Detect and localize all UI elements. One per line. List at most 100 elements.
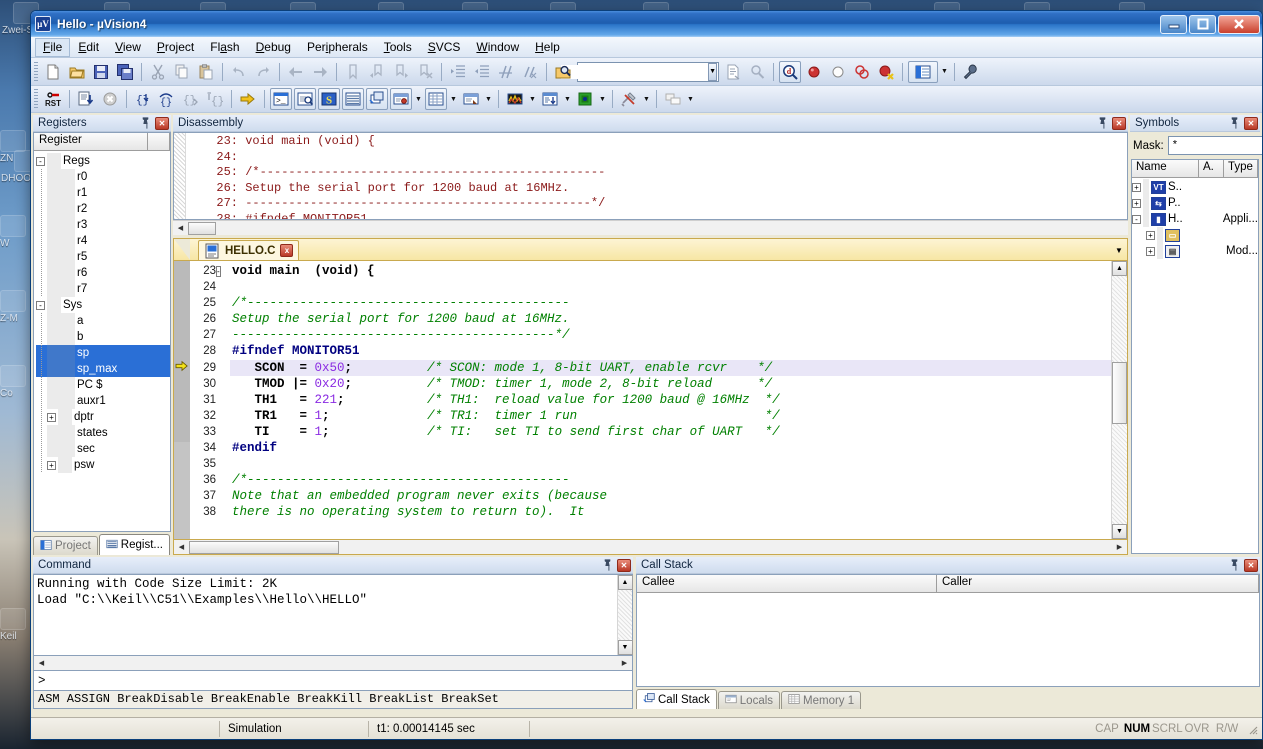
register-tree-item[interactable]: -Sys	[36, 297, 170, 313]
tab-list-chevron-icon[interactable]: ▼	[1111, 240, 1127, 260]
menu-item-svcs[interactable]: SVCS	[420, 38, 469, 57]
serial-window-icon[interactable]	[460, 88, 482, 110]
disassembly-body[interactable]: 23: void main (void) { 24: 25: /*-------…	[173, 132, 1128, 220]
tree-expander[interactable]: +	[1146, 231, 1155, 240]
scroll-up-icon[interactable]: ▲	[618, 575, 633, 590]
chevron-down-icon[interactable]: ▼	[597, 88, 608, 110]
call-stack-column-header[interactable]: Caller	[937, 575, 1259, 592]
scroll-right-icon[interactable]: ▶	[1112, 540, 1127, 554]
close-panel-icon[interactable]: ✕	[1244, 117, 1258, 130]
code-line[interactable]: void main (void) {	[230, 263, 1111, 279]
bottom-tab-locals[interactable]: Locals	[718, 691, 780, 709]
call-stack-grid[interactable]: CalleeCaller	[636, 574, 1260, 687]
resize-grip-icon[interactable]	[1246, 723, 1258, 735]
scroll-down-icon[interactable]: ▼	[1112, 524, 1127, 539]
open-file-icon[interactable]	[66, 61, 88, 83]
mask-input[interactable]	[1168, 136, 1263, 155]
navigate-back-icon[interactable]	[285, 61, 307, 83]
trace-window-icon[interactable]	[539, 88, 561, 110]
register-tree-item[interactable]: sp_max	[36, 361, 170, 377]
editor-tab-hello-c[interactable]: HELLO.C x	[198, 240, 299, 260]
tree-expander[interactable]: +	[47, 461, 56, 470]
save-icon[interactable]	[90, 61, 112, 83]
code-line[interactable]: TH1 = 221; /* TH1: reload value for 1200…	[230, 392, 1111, 408]
chevron-down-icon[interactable]: ▼	[483, 88, 494, 110]
register-tree-item[interactable]: PC $	[36, 377, 170, 393]
register-tree-item[interactable]: r7	[36, 281, 170, 297]
register-tree-item[interactable]: r6	[36, 265, 170, 281]
step-icon[interactable]: {}	[132, 88, 154, 110]
comment-icon[interactable]	[495, 61, 517, 83]
step-out-icon[interactable]: {}	[180, 88, 202, 110]
tree-expander[interactable]: -	[36, 157, 45, 166]
undo-icon[interactable]	[228, 61, 250, 83]
scroll-thumb[interactable]	[188, 222, 216, 235]
code-line[interactable]: Setup the serial port for 1200 baud at 1…	[230, 311, 1111, 327]
tree-expander[interactable]: +	[1146, 247, 1155, 256]
run-icon[interactable]	[75, 88, 97, 110]
insert-breakpoint-icon[interactable]	[803, 61, 825, 83]
chevron-down-icon[interactable]: ▼	[562, 88, 573, 110]
command-input[interactable]	[46, 673, 632, 689]
scroll-down-icon[interactable]: ▼	[618, 640, 633, 655]
bookmark-toggle-icon[interactable]	[342, 61, 364, 83]
close-panel-icon[interactable]: ✕	[1244, 559, 1258, 572]
fold-marker[interactable]	[216, 376, 230, 392]
fold-marker[interactable]: -	[216, 263, 230, 279]
find-combo[interactable]: ▼	[577, 62, 719, 82]
maximize-button[interactable]	[1189, 15, 1216, 34]
memory-window-icon[interactable]	[425, 88, 447, 110]
watch-window-icon[interactable]	[390, 88, 412, 110]
cut-icon[interactable]	[147, 61, 169, 83]
tree-expander[interactable]: +	[47, 413, 56, 422]
registers-window-icon[interactable]	[342, 88, 364, 110]
fold-marker[interactable]	[216, 392, 230, 408]
register-tree-item[interactable]: sp	[36, 345, 170, 361]
incremental-find-icon[interactable]	[746, 61, 768, 83]
menu-item-file[interactable]: File	[35, 38, 70, 57]
insert-text-icon[interactable]	[722, 61, 744, 83]
fold-marker[interactable]	[216, 488, 230, 504]
symbols-column-header[interactable]: A.	[1199, 160, 1224, 177]
code-line[interactable]: #ifndef MONITOR51	[230, 343, 1111, 359]
paste-icon[interactable]	[195, 61, 217, 83]
code-line[interactable]: #endif	[230, 440, 1111, 456]
register-tree-item[interactable]: sec	[36, 441, 170, 457]
bookmark-prev-icon[interactable]	[366, 61, 388, 83]
indent-icon[interactable]	[447, 61, 469, 83]
bottom-tab-callstack[interactable]: Call Stack	[636, 689, 717, 709]
code-line[interactable]: TR1 = 1; /* TR1: timer 1 run */	[230, 408, 1111, 424]
chevron-down-icon[interactable]: ▼	[641, 88, 652, 110]
chevron-down-icon[interactable]: ▼	[939, 61, 950, 83]
symbols-grid[interactable]: NameA.Type +VTS..+⇆P..-▮H..Appli...+▭+▤M…	[1131, 159, 1259, 554]
command-window-icon[interactable]: >_	[270, 88, 292, 110]
toolbox-icon[interactable]	[618, 88, 640, 110]
toolbar-grip[interactable]	[34, 89, 38, 109]
register-tree-item[interactable]: auxr1	[36, 393, 170, 409]
register-tree-item[interactable]: r4	[36, 233, 170, 249]
code-line[interactable]: SCON = 0x50; /* SCON: mode 1, 8-bit UART…	[230, 360, 1111, 376]
scroll-up-icon[interactable]: ▲	[1112, 261, 1127, 276]
start-stop-debug-session-icon[interactable]: d	[779, 61, 801, 83]
menu-item-tools[interactable]: Tools	[376, 38, 420, 57]
command-input-row[interactable]: >	[33, 671, 633, 691]
window-layout-icon[interactable]	[662, 88, 684, 110]
menu-item-flash[interactable]: Flash	[202, 38, 247, 57]
scroll-right-icon[interactable]: ▶	[617, 656, 632, 670]
fold-toggle[interactable]: -	[216, 266, 221, 277]
menu-item-view[interactable]: View	[107, 38, 149, 57]
code-line[interactable]: Note that an embedded program never exit…	[230, 488, 1111, 504]
fold-marker[interactable]	[216, 472, 230, 488]
disable-all-breakpoints-icon[interactable]	[851, 61, 873, 83]
symbols-column-header[interactable]: Name	[1132, 160, 1199, 177]
symbols-row[interactable]: +⇆P..	[1132, 195, 1258, 211]
editor-hscrollbar[interactable]: ◀ ▶	[173, 540, 1128, 555]
fold-marker[interactable]	[216, 279, 230, 295]
code-folding-gutter[interactable]: -	[216, 261, 230, 539]
pin-icon[interactable]	[1227, 116, 1242, 131]
fold-marker[interactable]	[216, 343, 230, 359]
bookmark-next-icon[interactable]	[390, 61, 412, 83]
fold-marker[interactable]	[216, 408, 230, 424]
tree-expander[interactable]: +	[1132, 199, 1141, 208]
outdent-icon[interactable]	[471, 61, 493, 83]
